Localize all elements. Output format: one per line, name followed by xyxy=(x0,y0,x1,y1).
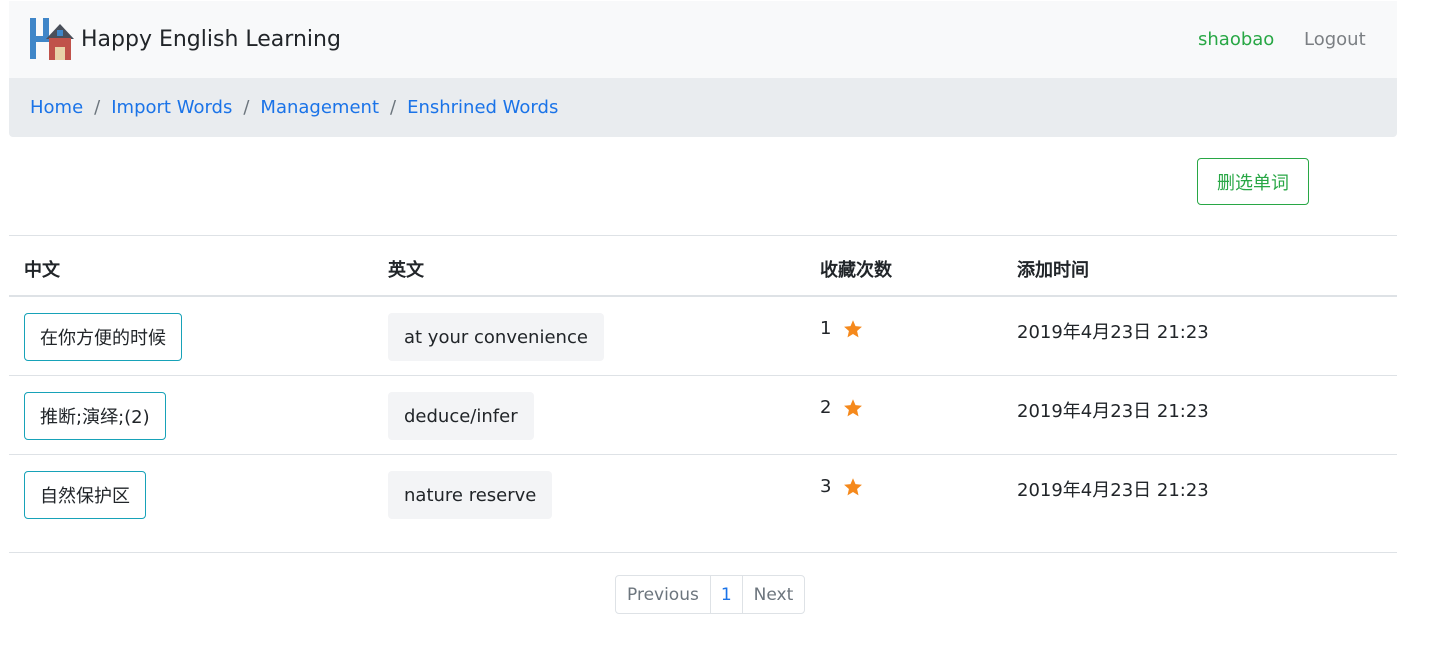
pagination: Previous 1 Next xyxy=(615,575,806,614)
star-icon xyxy=(844,319,863,337)
star-icon xyxy=(844,398,863,416)
star-icon xyxy=(844,477,863,495)
next-page-button[interactable]: Next xyxy=(743,576,805,613)
page-1-button[interactable]: 1 xyxy=(711,576,743,613)
table-row: 推断;演绎;(2) deduce/infer 2 2019年4月23日 21:2… xyxy=(9,376,1397,455)
count-value: 3 xyxy=(820,476,832,497)
breadcrumb-import-words[interactable]: Import Words xyxy=(111,97,232,118)
words-table: 中文 英文 收藏次数 添加时间 在你方便的时候 at your convenie… xyxy=(9,235,1397,553)
enshrine-count: 2 xyxy=(820,397,863,418)
table-row: 自然保护区 nature reserve 3 2019年4月23日 21:23 xyxy=(9,455,1397,553)
chinese-word-button[interactable]: 自然保护区 xyxy=(24,471,146,519)
chinese-word-button[interactable]: 推断;演绎;(2) xyxy=(24,392,166,440)
house-letter-h-icon xyxy=(30,18,74,60)
table-header: 中文 英文 收藏次数 添加时间 xyxy=(9,235,1397,297)
brand-title: Happy English Learning xyxy=(81,26,341,52)
added-date: 2019年4月23日 21:23 xyxy=(1017,401,1209,422)
breadcrumb-separator: / xyxy=(390,97,397,118)
enshrine-count: 3 xyxy=(820,476,863,497)
breadcrumb-management[interactable]: Management xyxy=(260,97,379,118)
previous-page-button[interactable]: Previous xyxy=(616,576,711,613)
added-date: 2019年4月23日 21:23 xyxy=(1017,322,1209,343)
english-word: at your convenience xyxy=(388,313,604,361)
user-link[interactable]: shaobao xyxy=(1198,29,1274,50)
enshrine-count: 1 xyxy=(820,318,863,339)
english-word: deduce/infer xyxy=(388,392,534,440)
breadcrumb-home[interactable]: Home xyxy=(30,97,83,118)
header-date: 添加时间 xyxy=(1017,260,1089,281)
breadcrumb-separator: / xyxy=(243,97,250,118)
navbar: Happy English Learning shaobao Logout xyxy=(9,1,1397,78)
breadcrumb: Home / Import Words / Management / Enshr… xyxy=(9,78,1397,137)
breadcrumb-separator: / xyxy=(94,97,101,118)
logout-link[interactable]: Logout xyxy=(1304,29,1366,50)
header-chinese: 中文 xyxy=(24,260,60,281)
count-value: 2 xyxy=(820,397,832,418)
table-row: 在你方便的时候 at your convenience 1 2019年4月23日… xyxy=(9,297,1397,376)
delete-words-button[interactable]: 删选单词 xyxy=(1197,158,1309,205)
brand[interactable]: Happy English Learning xyxy=(29,15,341,63)
added-date: 2019年4月23日 21:23 xyxy=(1017,480,1209,501)
breadcrumb-enshrined-words[interactable]: Enshrined Words xyxy=(407,97,558,118)
count-value: 1 xyxy=(820,318,832,339)
header-english: 英文 xyxy=(388,260,424,281)
chinese-word-button[interactable]: 在你方便的时候 xyxy=(24,313,182,361)
header-count: 收藏次数 xyxy=(820,260,892,281)
english-word: nature reserve xyxy=(388,471,553,519)
